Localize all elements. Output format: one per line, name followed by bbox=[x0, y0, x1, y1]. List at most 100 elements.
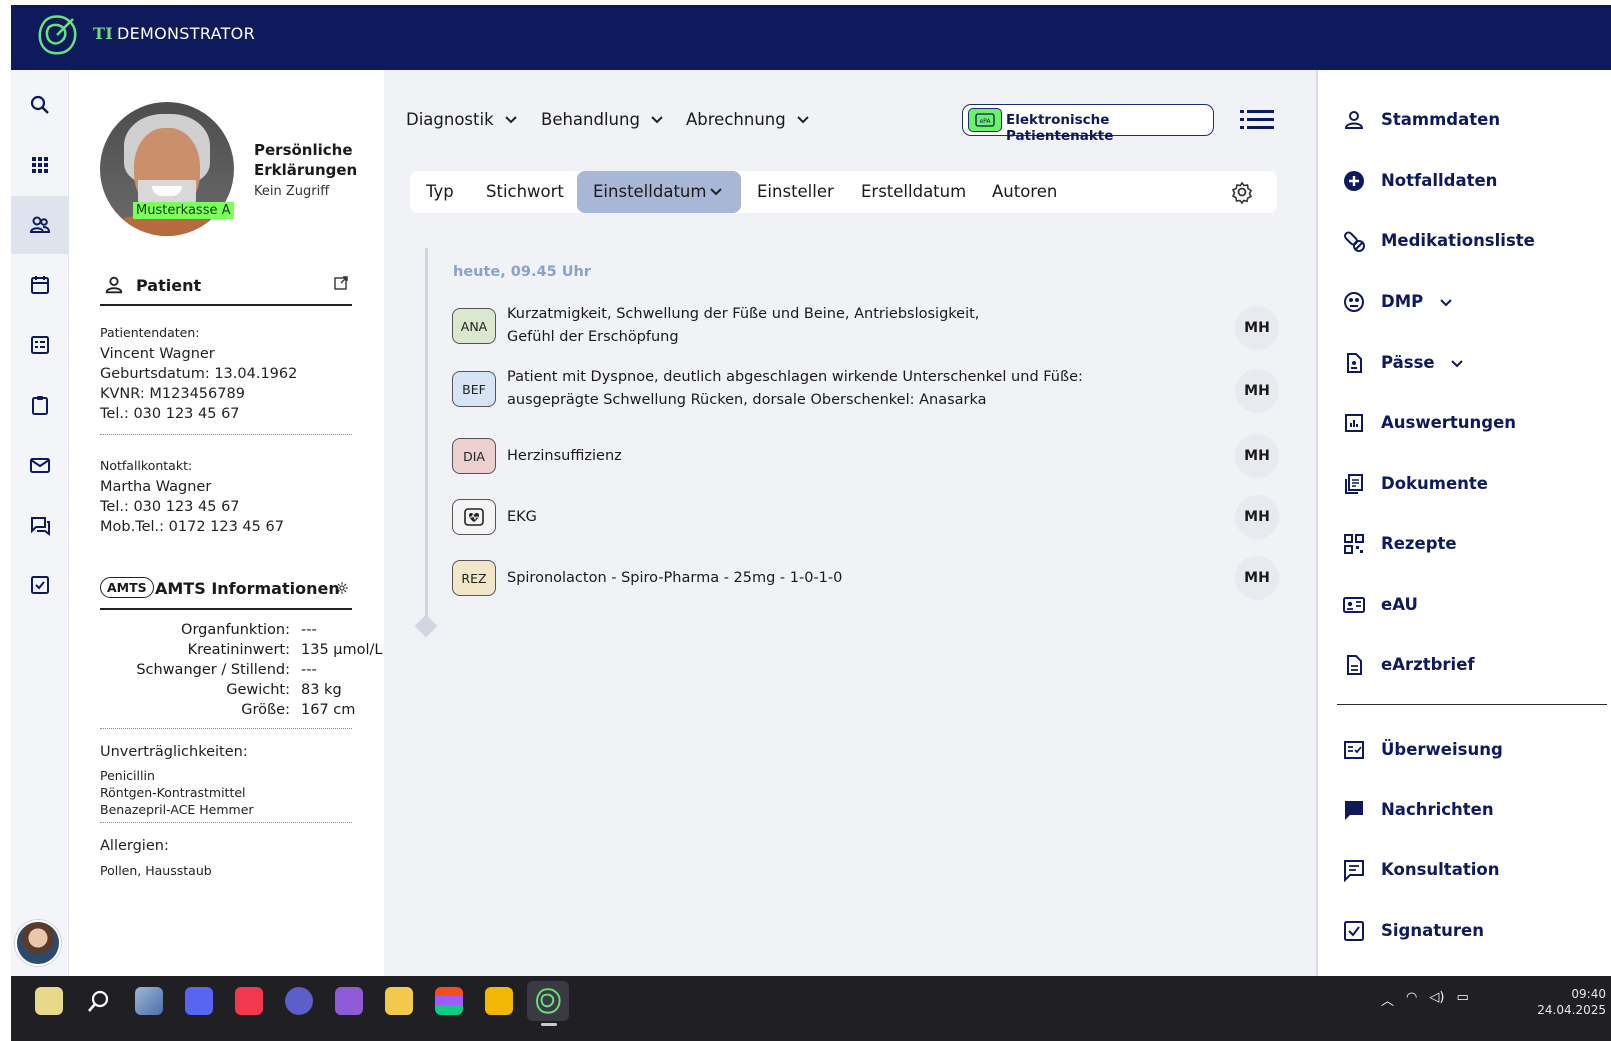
rail-tasks[interactable] bbox=[11, 556, 69, 614]
nav-auswertungen[interactable]: Auswertungen bbox=[1318, 403, 1608, 443]
chevron-up-icon[interactable]: ︿ bbox=[1381, 990, 1394, 1009]
powerbi-icon[interactable] bbox=[485, 987, 513, 1015]
patient-name: Vincent Wagner bbox=[100, 346, 215, 362]
menu-abrechnung[interactable]: Abrechnung bbox=[686, 110, 810, 129]
nav-ueberweisung[interactable]: Überweisung bbox=[1318, 730, 1608, 770]
entry-author[interactable]: MH bbox=[1235, 556, 1279, 600]
rail-patients[interactable] bbox=[11, 196, 69, 254]
timeline-entry-bef[interactable]: BEF Patient mit Dyspnoe, deutlich abgesc… bbox=[452, 369, 1282, 419]
amts-row-schwanger: Schwanger / Stillend: --- bbox=[136, 662, 317, 678]
nav-nachrichten[interactable]: Nachrichten bbox=[1318, 790, 1608, 830]
patient-section-header: Patient bbox=[100, 268, 352, 306]
filter-einsteller[interactable]: Einsteller bbox=[757, 171, 834, 213]
dmp-icon bbox=[1344, 292, 1364, 312]
music-icon[interactable] bbox=[235, 987, 263, 1015]
amts-section-header: AMTS AMTS Informationen bbox=[100, 570, 352, 610]
ti-app-taskbar-button[interactable] bbox=[527, 981, 569, 1021]
start-icon[interactable] bbox=[35, 987, 63, 1015]
filter-autoren[interactable]: Autoren bbox=[992, 171, 1057, 213]
personal-declarations-title[interactable]: Persönliche Erklärungen bbox=[254, 140, 374, 180]
referral-icon bbox=[1344, 741, 1364, 759]
system-clock[interactable]: 09:40 24.04.2025 bbox=[1496, 986, 1606, 1018]
intolerances-label: Unverträglichkeiten: bbox=[100, 744, 248, 760]
timeline-entry-ekg[interactable]: EKG MH bbox=[452, 495, 1282, 539]
intolerance-item: Benazepril-ACE Hemmer bbox=[100, 802, 254, 817]
list-view-icon[interactable] bbox=[1240, 108, 1274, 132]
menu-behandlung[interactable]: Behandlung bbox=[541, 110, 664, 129]
nav-stammdaten[interactable]: Stammdaten bbox=[1318, 100, 1608, 140]
gear-icon[interactable] bbox=[335, 581, 349, 595]
battery-icon[interactable]: ▭ bbox=[1456, 990, 1468, 1009]
emergency-contact-phone: Tel.: 030 123 45 67 bbox=[100, 499, 240, 515]
gear-icon[interactable] bbox=[1230, 180, 1254, 204]
active-indicator bbox=[541, 1023, 557, 1026]
left-nav-rail bbox=[11, 70, 69, 976]
right-sidebar: Stammdaten Notfalldaten Medikationsliste… bbox=[1316, 70, 1611, 976]
file-explorer-icon[interactable] bbox=[385, 987, 413, 1015]
allergies-label: Allergien: bbox=[100, 838, 169, 854]
divider bbox=[100, 434, 352, 435]
entry-author[interactable]: MH bbox=[1235, 434, 1279, 478]
discord-icon[interactable] bbox=[185, 987, 213, 1015]
filter-erstelldatum[interactable]: Erstelldatum bbox=[861, 171, 966, 213]
timeline-entry-rez[interactable]: REZ Spironolacton - Spiro-Pharma - 25mg … bbox=[452, 556, 1282, 600]
svg-text:ePA: ePA bbox=[979, 118, 991, 125]
apps-grid-icon bbox=[32, 157, 48, 173]
message-icon bbox=[1345, 801, 1363, 820]
rail-chat[interactable] bbox=[11, 496, 69, 554]
nav-rezepte[interactable]: Rezepte bbox=[1318, 524, 1608, 564]
entry-type-badge: DIA bbox=[452, 438, 496, 474]
filter-einstelldatum[interactable]: Einstelldatum bbox=[577, 171, 741, 213]
emergency-contact-label: Notfallkontakt: bbox=[100, 458, 193, 473]
nav-medikationsliste[interactable]: Medikationsliste bbox=[1318, 221, 1608, 261]
entry-type-badge: ANA bbox=[452, 308, 496, 344]
ekg-heart-icon bbox=[452, 499, 496, 535]
patient-panel: Musterkasse A Persönliche Erklärungen Ke… bbox=[69, 70, 384, 976]
video-call-icon[interactable] bbox=[285, 987, 313, 1015]
nav-dokumente[interactable]: Dokumente bbox=[1318, 464, 1608, 504]
rail-calendar[interactable] bbox=[11, 256, 69, 314]
nav-dmp[interactable]: DMP bbox=[1318, 282, 1608, 322]
entry-author[interactable]: MH bbox=[1235, 306, 1279, 350]
emergency-contact-name: Martha Wagner bbox=[100, 479, 212, 495]
teams-icon[interactable] bbox=[335, 987, 363, 1015]
rail-mail[interactable] bbox=[11, 436, 69, 494]
nav-paesse[interactable]: Pässe bbox=[1318, 343, 1608, 383]
task-view-icon[interactable] bbox=[135, 987, 163, 1015]
person-icon bbox=[105, 276, 123, 294]
timeline-entry-ana[interactable]: ANA Kurzatmigkeit, Schwellung der Füße u… bbox=[452, 306, 1282, 356]
patient-kvnr: KVNR: M123456789 bbox=[100, 386, 245, 402]
nav-notfalldaten[interactable]: Notfalldaten bbox=[1318, 161, 1608, 201]
insurance-tag: Musterkasse A bbox=[133, 202, 234, 219]
nav-earztbrief[interactable]: eArztbrief bbox=[1318, 645, 1608, 685]
rail-clipboard[interactable] bbox=[11, 376, 69, 434]
rail-apps[interactable] bbox=[11, 136, 69, 194]
nav-eau[interactable]: eAU bbox=[1318, 585, 1608, 625]
nav-konsultation[interactable]: Konsultation bbox=[1318, 850, 1608, 890]
volume-icon[interactable]: ◁) bbox=[1429, 990, 1444, 1009]
epa-button[interactable]: ePA Elektronische Patientenakte bbox=[962, 104, 1214, 144]
app-window: TI DEMONSTRATOR Musterkasse A Persönlich… bbox=[11, 5, 1611, 1041]
external-link-icon[interactable] bbox=[333, 275, 349, 291]
search-icon[interactable] bbox=[85, 987, 113, 1015]
ti-logo-icon[interactable] bbox=[35, 13, 79, 57]
filter-stichwort[interactable]: Stichwort bbox=[486, 171, 564, 213]
entry-author[interactable]: MH bbox=[1235, 495, 1279, 539]
patients-icon bbox=[29, 216, 51, 233]
amts-title: AMTS Informationen bbox=[155, 579, 340, 598]
top-bar: TI DEMONSTRATOR bbox=[11, 5, 1611, 70]
nav-signaturen[interactable]: Signaturen bbox=[1318, 911, 1608, 951]
menu-diagnostik[interactable]: Diagnostik bbox=[406, 110, 518, 129]
chevron-down-icon bbox=[1440, 299, 1452, 307]
timeline-entry-dia[interactable]: DIA Herzinsuffizienz MH bbox=[452, 434, 1282, 478]
timeline-line bbox=[425, 248, 428, 620]
person-icon bbox=[1344, 111, 1364, 129]
entry-author[interactable]: MH bbox=[1235, 369, 1279, 413]
system-tray[interactable]: ︿ ◠ ◁) ▭ bbox=[1381, 990, 1469, 1009]
figma-icon[interactable] bbox=[435, 987, 463, 1015]
wifi-icon[interactable]: ◠ bbox=[1406, 990, 1417, 1009]
rail-search[interactable] bbox=[11, 76, 69, 134]
user-avatar[interactable] bbox=[15, 920, 61, 966]
filter-typ[interactable]: Typ bbox=[426, 171, 454, 213]
rail-records[interactable] bbox=[11, 316, 69, 374]
